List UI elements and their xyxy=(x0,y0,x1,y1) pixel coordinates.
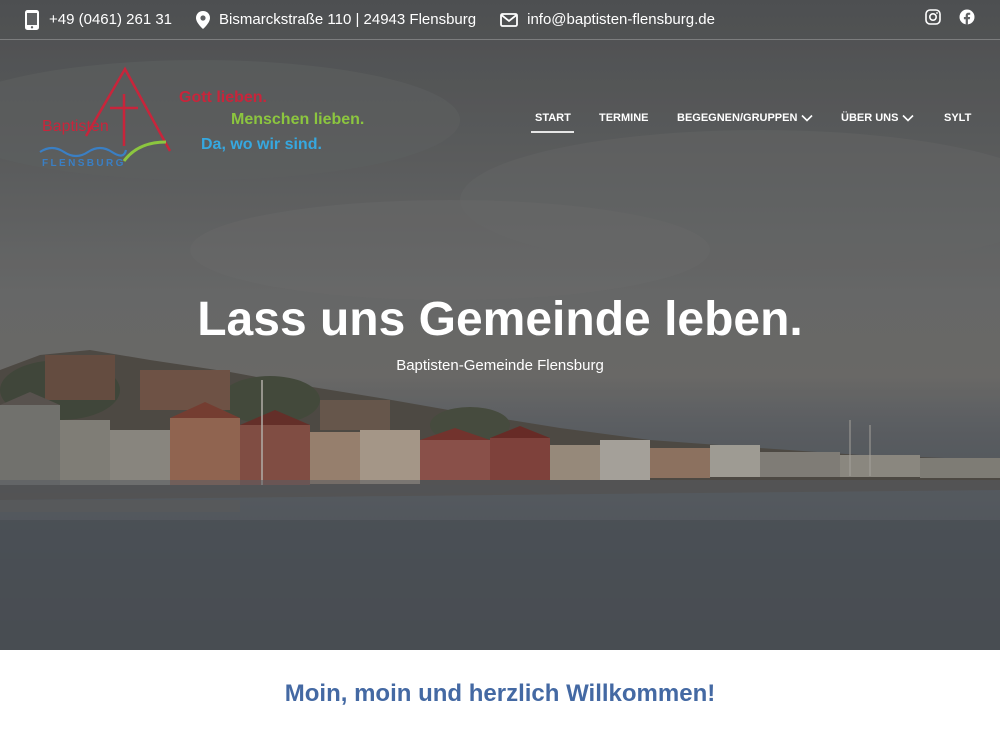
instagram-icon xyxy=(925,9,941,25)
top-contact-bar: +49 (0461) 261 31 Bismarckstraße 110 | 2… xyxy=(0,0,1000,40)
nav-sylt[interactable]: SYLT xyxy=(944,112,971,124)
main-navigation: START TERMINE BEGEGNEN/GRUPPEN ÜBER UNS … xyxy=(0,112,1000,133)
nav-start[interactable]: START xyxy=(535,112,571,124)
chevron-down-icon xyxy=(902,114,915,122)
address-contact[interactable]: Bismarckstraße 110 | 24943 Flensburg xyxy=(196,10,477,29)
hero-title: Lass uns Gemeinde leben. xyxy=(197,293,803,346)
email-contact[interactable]: info@baptisten-flensburg.de xyxy=(500,11,715,28)
active-indicator xyxy=(531,131,574,133)
welcome-heading: Moin, moin und herzlich Willkommen! xyxy=(284,680,716,707)
slogan-line-1: Gott lieben. xyxy=(179,89,267,106)
logo-city: FLENSBURG xyxy=(42,158,126,169)
envelope-icon xyxy=(500,12,519,27)
nav-begegnen-gruppen[interactable]: BEGEGNEN/GRUPPEN xyxy=(677,112,813,124)
nav-ueber-uns[interactable]: ÜBER UNS xyxy=(841,112,915,124)
facebook-icon xyxy=(959,9,975,25)
nav-start-label: START xyxy=(535,112,571,124)
slogan-line-3: Da, wo wir sind. xyxy=(201,136,322,153)
nav-termine-label: TERMINE xyxy=(599,112,649,124)
email-address: info@baptisten-flensburg.de xyxy=(527,11,715,28)
phone-icon xyxy=(25,9,39,30)
instagram-link[interactable] xyxy=(925,9,941,25)
nav-termine[interactable]: TERMINE xyxy=(599,112,649,124)
phone-contact[interactable]: +49 (0461) 261 31 xyxy=(24,9,172,31)
address-text: Bismarckstraße 110 | 24943 Flensburg xyxy=(219,11,477,28)
nav-ueber-uns-label: ÜBER UNS xyxy=(841,112,899,124)
chevron-down-icon xyxy=(801,114,813,122)
location-pin-icon xyxy=(196,10,211,29)
hero-subtitle: Baptisten-Gemeinde Flensburg xyxy=(396,357,604,374)
nav-sylt-label: SYLT xyxy=(944,112,972,124)
phone-number: +49 (0461) 261 31 xyxy=(49,11,173,28)
facebook-link[interactable] xyxy=(959,9,975,25)
nav-begegnen-gruppen-label: BEGEGNEN/GRUPPEN xyxy=(677,112,798,124)
